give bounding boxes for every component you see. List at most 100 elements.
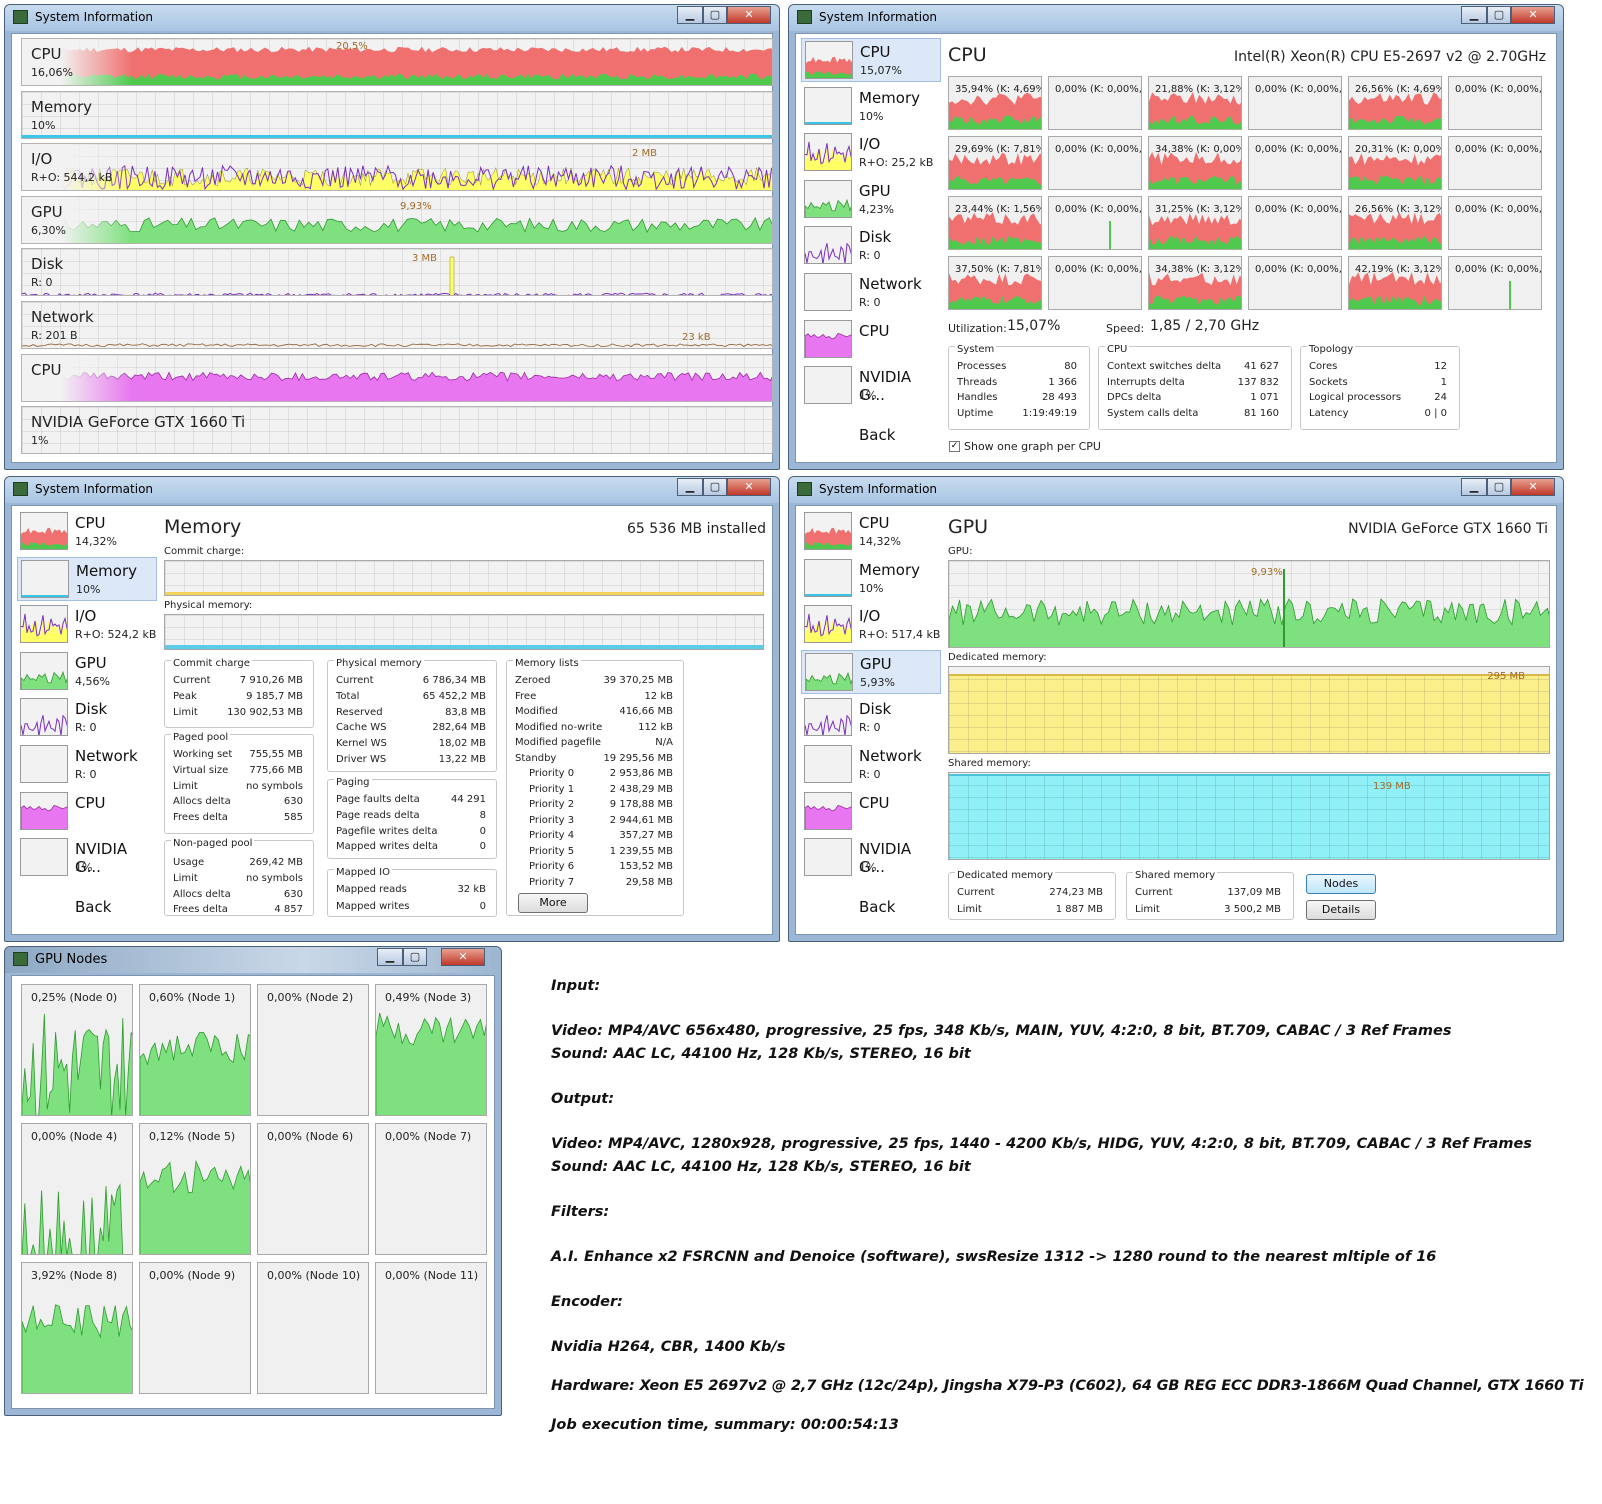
memory-usage-bar — [22, 134, 772, 138]
field-value: 19 295,56 MB — [603, 752, 673, 764]
sidebar-item-network[interactable]: Network R: 0 — [17, 743, 157, 787]
title-bar[interactable]: GPU Nodes ▁ ▢ ✕ — [5, 947, 501, 973]
overview-row-cpu[interactable]: CPU 16,06% 20,5% — [21, 38, 773, 86]
maximize-button[interactable]: ▢ — [703, 6, 727, 24]
nvidia-thumbnail — [20, 838, 68, 877]
gpu-node-graph: 0,00% (Node 7) — [375, 1123, 487, 1255]
field-label: Total — [336, 690, 360, 702]
field-label: Virtual size — [173, 764, 229, 776]
sidebar-item-nvidia[interactable]: NVIDIA G... 1% — [801, 836, 941, 880]
sidebar-item-network[interactable]: Network R: 0 — [801, 271, 941, 315]
dedicated-memory-label: Dedicated memory: — [948, 652, 1047, 663]
back-link[interactable]: Back — [75, 898, 111, 916]
nodes-button[interactable]: Nodes — [1306, 874, 1376, 894]
disk-graph — [22, 257, 772, 296]
close-button[interactable]: ✕ — [727, 478, 771, 496]
sidebar-item-disk[interactable]: Disk R: 0 — [17, 696, 157, 740]
sidebar-item-cpu[interactable]: CPU 14,32% — [801, 510, 941, 554]
sidebar-item-cpu2[interactable]: CPU — [801, 790, 941, 834]
overview-row-mem[interactable]: Memory 10% — [21, 90, 773, 139]
field-label: Current — [173, 675, 211, 686]
field-label: Priority 6 — [529, 861, 575, 872]
sidebar-item-cpu2[interactable]: CPU — [801, 318, 941, 362]
thumb-gpu-area — [806, 671, 852, 690]
system-information-window-gpu[interactable]: System Information ▁ ▢ ✕ GPU NVIDIA GeFo… — [788, 476, 1564, 942]
row-name: CPU — [31, 45, 62, 63]
system-information-window-cpu[interactable]: System Information ▁ ▢ ✕ CPU Intel(R) Xe… — [788, 4, 1564, 470]
field-value: 112 kB — [638, 721, 673, 733]
sidebar-item-nvidia[interactable]: NVIDIA G... 1% — [801, 364, 941, 408]
sidebar-item-io[interactable]: I/O R+O: 517,4 kB — [801, 603, 941, 647]
overview-row-cpu2[interactable]: CPU — [21, 353, 773, 402]
overview-row-gpu[interactable]: GPU 6,30% 9,93% — [21, 195, 773, 244]
system-information-window-overview[interactable]: System Information ▁ ▢ ✕ CPU 16,06% 20,5% M… — [4, 4, 780, 470]
disk-peak-spike — [449, 257, 455, 296]
thumbnail-graph — [805, 142, 851, 171]
node-graph-svg — [22, 1013, 132, 1115]
group-title: Commit charge — [171, 658, 252, 669]
sidebar-item-cpu[interactable]: CPU 15,07% — [801, 38, 941, 82]
sidebar-item-memory[interactable]: Memory 10% — [801, 85, 941, 129]
maximize-button[interactable]: ▢ — [1487, 6, 1511, 24]
thumbnail-graph — [805, 332, 851, 357]
close-button[interactable]: ✕ — [441, 948, 485, 966]
sidebar-item-io[interactable]: I/O R+O: 524,2 kB — [17, 603, 157, 647]
title-bar[interactable]: System Information ▁ ▢ ✕ — [789, 5, 1563, 31]
field-label: Priority 2 — [529, 799, 575, 810]
minimize-button[interactable]: ▁ — [1461, 6, 1487, 24]
back-link[interactable]: Back — [859, 426, 895, 444]
sidebar-item-gpu[interactable]: GPU 4,56% — [17, 650, 157, 694]
overview-row-disk[interactable]: Disk R: 0 3 MB — [21, 248, 773, 297]
thumbnail-graph — [806, 56, 852, 78]
field-value: no symbols — [246, 780, 303, 792]
close-button[interactable]: ✕ — [1511, 478, 1555, 496]
sidebar-item-gpu[interactable]: GPU 4,23% — [801, 178, 941, 222]
sidebar-item-memory[interactable]: Memory 10% — [17, 556, 157, 601]
minimize-button[interactable]: ▁ — [677, 6, 703, 24]
field-label: Handles — [957, 392, 998, 403]
maximize-button[interactable]: ▢ — [703, 478, 727, 496]
sidebar-item-nvidia[interactable]: NVIDIA G... 1% — [17, 836, 157, 880]
sidebar-item-gpu[interactable]: GPU 5,93% — [801, 649, 941, 694]
sidebar-item-io[interactable]: I/O R+O: 25,2 kB — [801, 131, 941, 175]
close-button[interactable]: ✕ — [727, 6, 771, 24]
field-value: 0 — [479, 901, 486, 912]
sidebar-item-memory[interactable]: Memory 10% — [801, 557, 941, 601]
maximize-button[interactable]: ▢ — [1487, 478, 1511, 496]
sidebar-item-name: Network — [75, 747, 138, 765]
overview-row-io[interactable]: I/O R+O: 544,2 kB 2 MB — [21, 143, 773, 192]
sidebar-item-name: Disk — [859, 228, 892, 247]
logical-cpu-graph: 34,38% (K: 0,00%, — [1148, 136, 1242, 190]
core-spike — [1109, 221, 1111, 249]
gpu-nodes-window[interactable]: GPU Nodes ▁ ▢ ✕ 0,25% (Node 0) 0,60% (Nod… — [4, 946, 502, 1416]
title-bar[interactable]: System Information ▁ ▢ ✕ — [5, 477, 779, 503]
sidebar-item-disk[interactable]: Disk R: 0 — [801, 696, 941, 740]
minimize-button[interactable]: ▁ — [1461, 478, 1487, 496]
sidebar-item-cpu2[interactable]: CPU — [17, 790, 157, 834]
logical-cpu-graph: 21,88% (K: 3,12%, — [1148, 76, 1242, 130]
title-bar[interactable]: System Information ▁ ▢ ✕ — [789, 477, 1563, 503]
field-label: Kernel WS — [336, 738, 387, 750]
system-information-window-memory[interactable]: System Information ▁ ▢ ✕ Memory 65 536 M… — [4, 476, 780, 942]
details-button[interactable]: Details — [1306, 900, 1376, 920]
one-graph-per-cpu-checkbox[interactable]: ✓ — [949, 441, 960, 452]
field-value: 6 786,34 MB — [422, 675, 486, 686]
more-button[interactable]: More — [518, 893, 588, 913]
title-bar[interactable]: System Information ▁ ▢ ✕ — [5, 5, 779, 31]
back-link[interactable]: Back — [859, 898, 895, 916]
core-label: 23,44% (K: 1,56%, — [955, 204, 1042, 215]
maximize-button[interactable]: ▢ — [403, 948, 427, 966]
field-label: Priority 3 — [529, 814, 575, 826]
close-button[interactable]: ✕ — [1511, 6, 1555, 24]
core-label: 0,00% (K: 0,00%, U — [1255, 84, 1342, 95]
field-label: Modified pagefile — [515, 737, 602, 748]
sidebar-item-disk[interactable]: Disk R: 0 — [801, 224, 941, 268]
minimize-button[interactable]: ▁ — [377, 948, 403, 966]
overview-row-nv[interactable]: NVIDIA GeForce GTX 1660 Ti 1% — [21, 406, 773, 455]
sidebar-item-network[interactable]: Network R: 0 — [801, 743, 941, 787]
field-value: 83,8 MB — [445, 706, 486, 718]
sidebar-item-cpu[interactable]: CPU 14,32% — [17, 510, 157, 554]
overview-row-net[interactable]: Network R: 201 B 23 kB — [21, 301, 773, 349]
field-label: Free — [515, 690, 537, 702]
minimize-button[interactable]: ▁ — [677, 478, 703, 496]
